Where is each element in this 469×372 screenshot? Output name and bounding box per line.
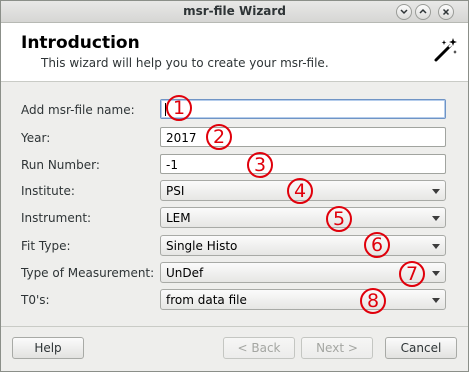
annotation-badge-6: 6 bbox=[364, 232, 390, 258]
chevron-up-icon bbox=[419, 8, 427, 14]
footer-divider bbox=[1, 326, 468, 327]
msr-filename-row: Add msr-file name: 1 bbox=[1, 95, 468, 121]
instrument-dropdown[interactable]: LEM bbox=[160, 207, 446, 228]
msr-filename-label: Add msr-file name: bbox=[21, 103, 135, 117]
measurement-type-row: Type of Measurement: UnDef 7 bbox=[1, 261, 468, 287]
title-bar: msr-file Wizard bbox=[1, 1, 468, 23]
dropdown-arrow-icon bbox=[432, 216, 440, 221]
institute-label: Institute: bbox=[21, 184, 75, 198]
minimize-button[interactable] bbox=[396, 4, 412, 20]
institute-row: Institute: PSI 4 bbox=[1, 178, 468, 204]
t0-row: T0's: from data file 8 bbox=[1, 288, 468, 314]
dropdown-arrow-icon bbox=[432, 244, 440, 249]
cancel-button[interactable]: Cancel bbox=[385, 337, 457, 359]
year-row: Year: 2017 2 bbox=[1, 124, 468, 150]
fit-type-row: Fit Type: Single Histo 6 bbox=[1, 232, 468, 258]
instrument-row: Instrument: LEM 5 bbox=[1, 206, 468, 232]
page-title: Introduction bbox=[21, 33, 140, 53]
fit-type-dropdown[interactable]: Single Histo bbox=[160, 235, 446, 256]
annotation-badge-3: 3 bbox=[247, 152, 273, 178]
year-label: Year: bbox=[21, 131, 51, 145]
t0-label: T0's: bbox=[21, 293, 50, 307]
annotation-badge-1: 1 bbox=[166, 95, 192, 121]
annotation-badge-5: 5 bbox=[326, 206, 352, 232]
next-button[interactable]: Next > bbox=[301, 337, 373, 359]
chevron-down-icon bbox=[400, 9, 408, 15]
fit-type-label: Fit Type: bbox=[21, 239, 71, 253]
dropdown-arrow-icon bbox=[432, 298, 440, 303]
instrument-label: Instrument: bbox=[21, 211, 92, 225]
run-number-label: Run Number: bbox=[21, 158, 100, 172]
year-input[interactable]: 2017 bbox=[160, 127, 446, 147]
dropdown-arrow-icon bbox=[432, 189, 440, 194]
msr-filename-input[interactable] bbox=[160, 99, 446, 119]
help-button[interactable]: Help bbox=[12, 337, 84, 359]
run-number-row: Run Number: -1 3 bbox=[1, 152, 468, 178]
close-button[interactable] bbox=[438, 4, 454, 20]
measurement-type-label: Type of Measurement: bbox=[21, 266, 155, 280]
maximize-button[interactable] bbox=[415, 4, 431, 20]
wizard-window: msr-file Wizard Introduction This wizard… bbox=[0, 0, 469, 372]
run-number-input[interactable]: -1 bbox=[160, 154, 446, 174]
dropdown-arrow-icon bbox=[432, 271, 440, 276]
annotation-badge-8: 8 bbox=[360, 288, 386, 314]
magic-wand-icon bbox=[434, 38, 457, 62]
page-subtitle: This wizard will help you to create your… bbox=[41, 56, 329, 70]
annotation-badge-4: 4 bbox=[287, 178, 313, 204]
annotation-badge-7: 7 bbox=[399, 261, 425, 287]
close-icon bbox=[442, 8, 450, 16]
wizard-header: Introduction This wizard will help you t… bbox=[1, 23, 468, 82]
back-button[interactable]: < Back bbox=[223, 337, 295, 359]
t0-dropdown[interactable]: from data file bbox=[160, 289, 446, 310]
annotation-badge-2: 2 bbox=[206, 124, 232, 150]
